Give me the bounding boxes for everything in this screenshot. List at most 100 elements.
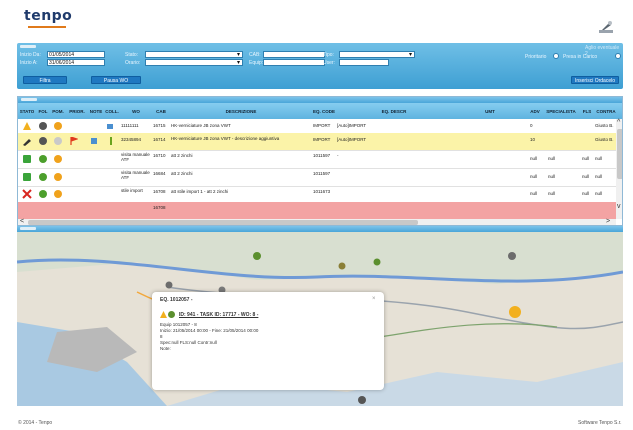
filtra-button[interactable]: Filtra <box>23 76 67 84</box>
pin-icon[interactable] <box>107 137 115 145</box>
cab-field[interactable] <box>263 51 325 58</box>
table-row-selected[interactable]: 32345894 16714 HK-verniciature JB zona V… <box>18 133 616 151</box>
col-adv[interactable]: ADV <box>528 103 542 119</box>
col-pom[interactable]: POM. <box>50 103 66 119</box>
panel-collapse-handle[interactable] <box>20 45 36 48</box>
user-field[interactable] <box>339 59 389 66</box>
equip-field[interactable] <box>263 59 325 66</box>
chevron-down-icon: ▾ <box>408 52 412 58</box>
work-order-grid: STATO FOL POM. PRIOR. NOTE COLL. WO CAB … <box>17 96 623 226</box>
eq-descr-cell: [Auto]IMPORT <box>337 123 367 128</box>
scroll-left-icon[interactable]: < <box>20 218 24 225</box>
col-contra[interactable]: CONTRA <box>594 103 618 119</box>
col-note[interactable]: NOTE <box>88 103 104 119</box>
scroll-right-icon[interactable]: > <box>606 218 610 225</box>
adv-cell: null <box>530 174 538 179</box>
col-umt[interactable]: UMT <box>452 103 528 119</box>
wo-cell: 11111111 <box>121 123 139 128</box>
warning-icon <box>23 122 31 130</box>
map-collapse-handle[interactable] <box>20 227 36 230</box>
col-wo[interactable]: WO <box>120 103 152 119</box>
inserisci-button[interactable]: Inserisci Ordacelo <box>571 76 619 84</box>
popup-task-link[interactable]: ID: 941 - TASK ID: 17717 - WO: 8 - <box>179 312 258 318</box>
prioritario-radio[interactable] <box>553 53 559 59</box>
presa-in-carico-radio[interactable] <box>615 53 621 59</box>
col-eq-descr[interactable]: EQ. DESCR <box>336 103 452 119</box>
table-row[interactable]: visita manuale ATF 16684 att 2 zinchi 10… <box>18 168 616 187</box>
spec-cell: null <box>548 156 556 161</box>
wo-cell: 32345894 <box>121 137 142 142</box>
scroll-down-icon[interactable]: v <box>617 203 622 211</box>
adv-cell: null <box>530 156 538 161</box>
scroll-thumb-horizontal[interactable] <box>28 220 418 225</box>
wo-cell: visita manuale ATF <box>121 152 150 162</box>
contra-cell: null <box>595 191 603 196</box>
pausa-wo-button[interactable]: Pausa WO <box>91 76 141 84</box>
grid-horizontal-scrollbar[interactable]: < > <box>18 218 616 225</box>
scroll-thumb[interactable] <box>617 129 622 179</box>
grid-vertical-scrollbar[interactable]: ^ v <box>616 119 622 219</box>
equip-label: Equip: <box>249 60 264 66</box>
spec-cell: null <box>548 191 556 196</box>
popup-title: EQ. 1012057 - <box>160 297 193 303</box>
cab-cell: 16710 <box>153 153 166 158</box>
col-fls[interactable]: FLS <box>580 103 594 119</box>
inizio-a-label: Inizio A: <box>20 60 38 66</box>
footer-company: Software Tenpo S.r. <box>578 420 622 426</box>
col-descrizione[interactable]: DESCRIZIONE <box>170 103 312 119</box>
stato-select[interactable]: ▾ <box>145 51 243 58</box>
col-coll[interactable]: COLL. <box>104 103 120 119</box>
status-dot-icon <box>168 311 175 318</box>
cancel-icon <box>22 189 32 199</box>
inizio-da-field[interactable]: 01/05/2014 <box>47 51 105 58</box>
contra-cell: Giusto B. <box>595 123 614 128</box>
orario-label: Orario: <box>125 60 141 66</box>
col-stato[interactable]: STATO <box>18 103 36 119</box>
eq-descr-cell: - <box>337 153 339 158</box>
app-logo: tenpo <box>24 8 73 24</box>
note-icon[interactable] <box>90 137 98 145</box>
tipo-select[interactable]: ▾ <box>339 51 415 58</box>
popup-line: Note: <box>160 346 171 351</box>
popup-line: 8 <box>160 334 163 339</box>
eq-code-cell: 1011673 <box>313 189 331 194</box>
col-fol[interactable]: FOL <box>36 103 50 119</box>
footer-copyright: © 2014 - Tenpo <box>18 420 53 426</box>
table-row-alert[interactable]: 16708 <box>18 202 616 220</box>
descr-cell: HK-verniciature JB zona VWT <box>171 123 231 128</box>
flag-icon <box>70 137 78 145</box>
descr-cell: att stile import 1 - att 2 zinchi <box>171 189 229 194</box>
tipo-label: Tipo: <box>323 52 334 58</box>
cab-cell: 16714 <box>153 137 166 142</box>
close-icon[interactable]: × <box>372 296 376 302</box>
contra-cell: null <box>595 174 603 179</box>
cab-cell: 16708 <box>153 205 166 210</box>
cab-cell: 16715 <box>153 123 166 128</box>
col-specialista[interactable]: SPECIALISTA <box>542 103 580 119</box>
table-row[interactable]: visita manuale ATF 16710 att 2 zinchi 10… <box>18 150 616 169</box>
descr-cell: HK-verniciature JB zona VWT - descrizion… <box>171 136 280 141</box>
status-dot-icon <box>39 122 47 130</box>
filter-panel: Inizio Da: 01/05/2014 Inizio A: 31/06/20… <box>17 43 623 89</box>
orario-select[interactable]: ▾ <box>145 59 243 66</box>
grid-header: STATO FOL POM. PRIOR. NOTE COLL. WO CAB … <box>18 103 622 119</box>
status-dot-icon <box>39 173 47 181</box>
table-row[interactable]: stile import 16708 att stile import 1 - … <box>18 186 616 203</box>
popup-line: Spec:null FLS:null Contr:null <box>160 340 217 345</box>
col-eq-code[interactable]: EQ. CODE <box>312 103 336 119</box>
play-icon <box>23 173 31 181</box>
inizio-a-field[interactable]: 31/06/2014 <box>47 59 105 66</box>
collection-icon[interactable] <box>106 122 114 130</box>
adv-cell: null <box>530 191 538 196</box>
logo-underline <box>28 26 66 28</box>
col-cab[interactable]: CAB <box>152 103 170 119</box>
col-prior[interactable]: PRIOR. <box>66 103 88 119</box>
grid-collapse-handle[interactable] <box>21 98 37 101</box>
spec-cell: null <box>548 174 556 179</box>
table-row[interactable]: 11111111 16715 HK-verniciature JB zona V… <box>18 119 616 134</box>
scroll-up-icon[interactable]: ^ <box>617 119 622 127</box>
fls-cell: null <box>582 156 590 161</box>
priority-dot-icon <box>54 122 62 130</box>
play-icon <box>23 155 31 163</box>
tools-icon[interactable] <box>598 20 614 34</box>
